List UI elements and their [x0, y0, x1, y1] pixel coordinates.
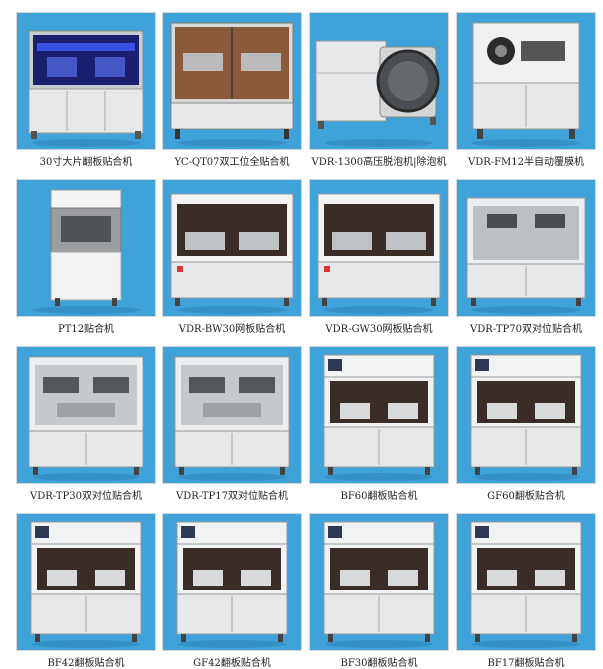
flip-machine-icon[interactable]	[456, 346, 596, 484]
product-caption[interactable]: VDR-TP17双对位贴合机	[156, 487, 308, 502]
product-caption[interactable]: 30寸大片翻板贴合机	[10, 153, 162, 168]
product-caption[interactable]: YC-QT07双工位全贴合机	[156, 153, 308, 168]
product-caption[interactable]: BF60翻板贴合机	[303, 487, 455, 502]
pt12-machine-icon[interactable]	[16, 179, 156, 317]
flip-machine-icon[interactable]	[309, 513, 449, 651]
mesh-machine-icon[interactable]	[162, 179, 302, 317]
dual-align-machine-icon[interactable]	[456, 179, 596, 317]
product-caption[interactable]: VDR-BW30网板贴合机	[156, 320, 308, 335]
product-caption[interactable]: VDR-TP30双对位贴合机	[10, 487, 162, 502]
product-caption[interactable]: VDR-FM12半自动覆膜机	[450, 153, 602, 168]
product-caption[interactable]: VDR-1300高压脱泡机|除泡机	[303, 153, 455, 168]
dual-align-machine-icon[interactable]	[16, 346, 156, 484]
machine-frame-icon[interactable]	[162, 12, 302, 150]
product-caption[interactable]: PT12贴合机	[10, 320, 162, 335]
flip-machine-icon[interactable]	[16, 513, 156, 651]
product-caption[interactable]: VDR-GW30网板贴合机	[303, 320, 455, 335]
machine-lit-icon[interactable]	[16, 12, 156, 150]
product-grid: 30寸大片翻板贴合机 YC-QT07双工位全贴合机 VDR-1300高压脱泡机|…	[0, 0, 603, 669]
autoclave-icon[interactable]	[309, 12, 449, 150]
dual-align-machine-icon[interactable]	[162, 346, 302, 484]
flip-machine-icon[interactable]	[456, 513, 596, 651]
flip-machine-icon[interactable]	[309, 346, 449, 484]
film-machine-icon[interactable]	[456, 12, 596, 150]
mesh-machine-icon[interactable]	[309, 179, 449, 317]
product-caption[interactable]: VDR-TP70双对位贴合机	[450, 320, 602, 335]
flip-machine-icon[interactable]	[162, 513, 302, 651]
product-caption[interactable]: GF60翻板贴合机	[450, 487, 602, 502]
